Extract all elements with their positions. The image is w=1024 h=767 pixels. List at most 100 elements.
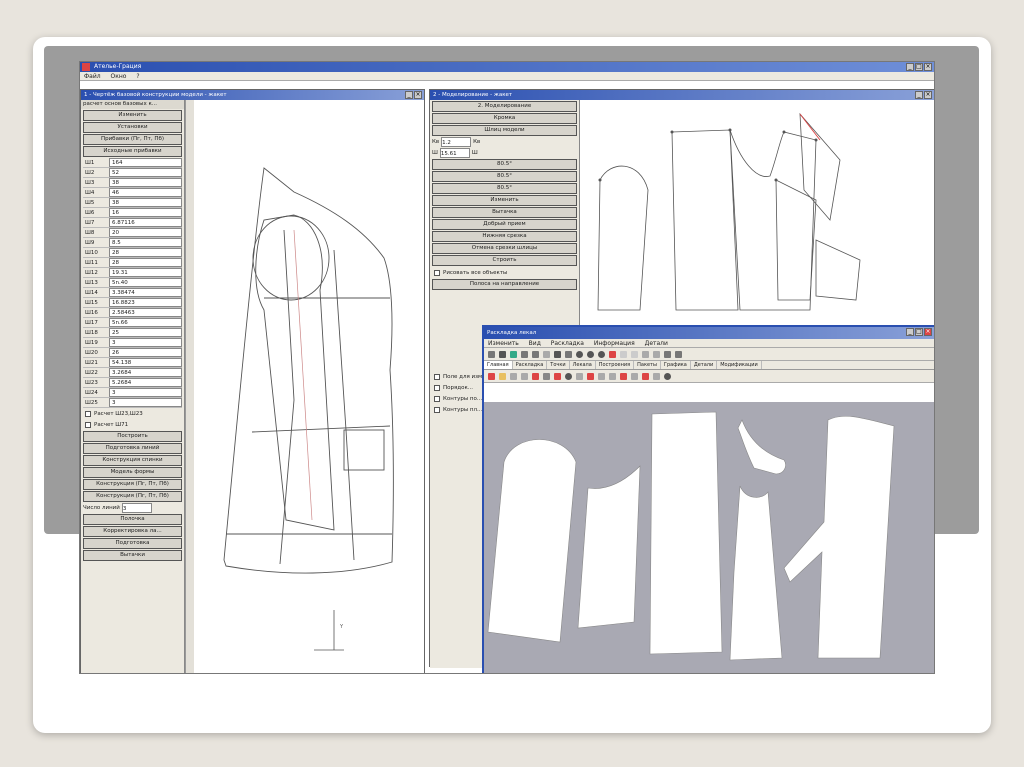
- cut-icon[interactable]: [543, 372, 550, 380]
- close-icon[interactable]: ×: [924, 328, 932, 336]
- measurement-input[interactable]: 5.2684: [109, 378, 182, 387]
- layout-menu-details[interactable]: Детали: [645, 340, 668, 347]
- tool-icon[interactable]: [631, 372, 638, 380]
- minimize-icon[interactable]: _: [906, 63, 914, 71]
- model-shape-button[interactable]: Модель формы: [83, 467, 182, 478]
- construct-button[interactable]: Строить: [432, 255, 577, 266]
- line-count-input[interactable]: 3: [121, 503, 152, 513]
- measurement-input[interactable]: 3: [109, 398, 182, 407]
- measurement-input[interactable]: 38: [109, 198, 182, 207]
- measurement-input[interactable]: 5n.40: [109, 278, 182, 287]
- measurement-input[interactable]: 25: [109, 328, 182, 337]
- checkbox-draw-all[interactable]: Рисовать все объекты: [430, 267, 579, 278]
- measurement-input[interactable]: 6.87116: [109, 218, 182, 227]
- export-icon[interactable]: [675, 350, 682, 358]
- tab-constructions[interactable]: Построения: [596, 361, 635, 369]
- minimize-icon[interactable]: _: [906, 328, 914, 336]
- lock-icon[interactable]: [664, 372, 671, 380]
- checkbox-box[interactable]: [85, 421, 91, 428]
- front-button[interactable]: Полочка: [83, 514, 182, 525]
- folder-icon[interactable]: [499, 372, 506, 380]
- param-input[interactable]: 15.61: [439, 148, 470, 158]
- measurement-input[interactable]: 28: [109, 248, 182, 257]
- layout-menu-info[interactable]: Информация: [594, 340, 635, 347]
- measurement-input[interactable]: 46: [109, 188, 182, 197]
- measurement-input[interactable]: 3.2684: [109, 368, 182, 377]
- measurement-input[interactable]: 54.138: [109, 358, 182, 367]
- zoom-in-icon[interactable]: [576, 350, 583, 358]
- checkbox-box[interactable]: [434, 406, 440, 413]
- number-icon[interactable]: [642, 372, 649, 380]
- menu-file[interactable]: Файл: [84, 73, 101, 80]
- edge-button[interactable]: Кромка: [432, 113, 577, 124]
- checkbox-box[interactable]: [434, 395, 440, 402]
- close-icon[interactable]: ×: [924, 63, 932, 71]
- option-button-2[interactable]: 80.5°: [432, 171, 577, 182]
- flag-red-icon[interactable]: [620, 372, 627, 380]
- measurement-input[interactable]: 20: [109, 228, 182, 237]
- construction-button-1[interactable]: Конструкция (Пг, Пт, Пб): [83, 479, 182, 490]
- tab-packages[interactable]: Пакеты: [634, 361, 661, 369]
- option-button-3[interactable]: 80.5°: [432, 183, 577, 194]
- copy-icon[interactable]: [521, 350, 528, 358]
- tab-details[interactable]: Детали: [691, 361, 718, 369]
- measurement-input[interactable]: 16: [109, 208, 182, 217]
- tool-icon[interactable]: [653, 372, 660, 380]
- measurement-input[interactable]: 26: [109, 348, 182, 357]
- zoom-fit-icon[interactable]: [598, 350, 605, 358]
- layout-menu-edit[interactable]: Изменить: [488, 340, 519, 347]
- menu-window[interactable]: Окно: [111, 73, 127, 80]
- zoom-out-icon[interactable]: [587, 350, 594, 358]
- measurement-input[interactable]: 2.58463: [109, 308, 182, 317]
- build-button[interactable]: Построить: [83, 431, 182, 442]
- flag-red-icon[interactable]: [587, 372, 594, 380]
- checkbox-box[interactable]: [434, 384, 440, 391]
- marker-icon[interactable]: [576, 372, 583, 380]
- back-construction-button[interactable]: Конструкция спинки: [83, 455, 182, 466]
- lower-cut-button[interactable]: Нижняя срезка: [432, 231, 577, 242]
- tab-modifications[interactable]: Модификации: [717, 361, 762, 369]
- maximize-icon[interactable]: □: [915, 328, 923, 336]
- pencil-icon[interactable]: [532, 372, 539, 380]
- cross-icon[interactable]: [554, 372, 561, 380]
- open-icon[interactable]: [488, 350, 495, 358]
- tab-patterns[interactable]: Лекала: [570, 361, 596, 369]
- layout-menu-view[interactable]: Вид: [529, 340, 541, 347]
- preparation-button[interactable]: Подготовка: [83, 538, 182, 549]
- edit-button[interactable]: Изменить: [83, 110, 182, 121]
- measurement-input[interactable]: 19.31: [109, 268, 182, 277]
- rotate-icon[interactable]: [565, 350, 572, 358]
- correction-button[interactable]: Корректировка ла...: [83, 526, 182, 537]
- option-button-1[interactable]: 80.5°: [432, 159, 577, 170]
- measurement-input[interactable]: 8.5: [109, 238, 182, 247]
- measurement-input[interactable]: 16.8823: [109, 298, 182, 307]
- measurement-input[interactable]: 38: [109, 178, 182, 187]
- direction-strip-button[interactable]: Полоса на направление: [432, 279, 577, 290]
- distribute-icon[interactable]: [653, 350, 660, 358]
- allowances-button[interactable]: Прибавки (Пг, Пт, Пб): [83, 134, 182, 145]
- grid-icon[interactable]: [554, 350, 561, 358]
- measurement-input[interactable]: 52: [109, 168, 182, 177]
- model-slit-button[interactable]: Шлиц модели: [432, 125, 577, 136]
- measurement-input[interactable]: 3.38474: [109, 288, 182, 297]
- layout-menu-layout[interactable]: Раскладка: [551, 340, 584, 347]
- prepare-lines-button[interactable]: Подготовка линий: [83, 443, 182, 454]
- menu-help[interactable]: ?: [136, 73, 139, 80]
- print-icon[interactable]: [664, 350, 671, 358]
- paste-icon[interactable]: [532, 350, 539, 358]
- maximize-icon[interactable]: □: [915, 63, 923, 71]
- modeling-button[interactable]: 2. Моделирование: [432, 101, 577, 112]
- redo-icon[interactable]: [631, 350, 638, 358]
- cancel-cut-button[interactable]: Отмена срезки шлицы: [432, 243, 577, 254]
- flag-icon[interactable]: [609, 350, 616, 358]
- measurement-input[interactable]: 28: [109, 258, 182, 267]
- tab-layout[interactable]: Раскладка: [513, 361, 548, 369]
- tool-icon[interactable]: [598, 372, 605, 380]
- param-input[interactable]: 1.2: [441, 137, 472, 147]
- pen-icon[interactable]: [510, 350, 517, 358]
- dart-button[interactable]: Вытачка: [432, 207, 577, 218]
- checkbox-calc-1[interactable]: Расчет Ш23,Ш23: [81, 408, 184, 419]
- good-method-button[interactable]: Добрый прием: [432, 219, 577, 230]
- initial-allowances-button[interactable]: Исходные прибавки: [83, 146, 182, 157]
- checkbox-box[interactable]: [434, 373, 440, 380]
